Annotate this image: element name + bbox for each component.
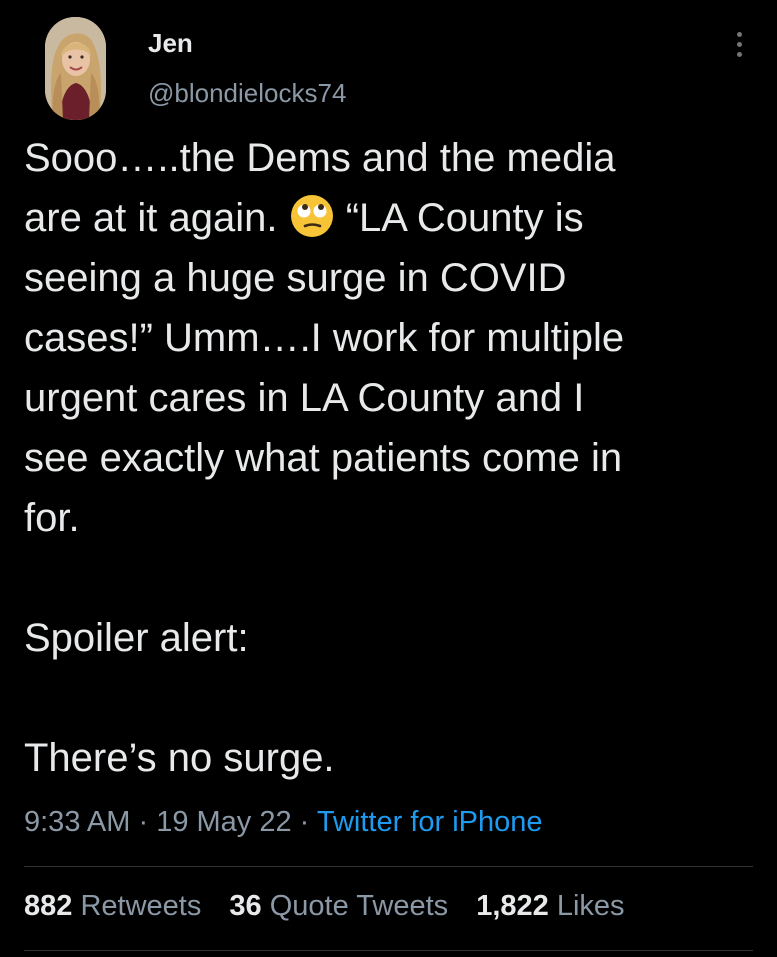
quote-tweets-count: 36 (229, 890, 262, 922)
tweet-line: see exactly what patients come in (24, 436, 623, 480)
display-name[interactable]: Jen (148, 28, 193, 59)
tweet-line: Sooo…..the Dems and the media (24, 136, 616, 180)
likes-label: Likes (556, 890, 625, 922)
tweet-detail: Jen @blondielocks74 Sooo…..the Dems and … (0, 0, 777, 957)
face-with-rolling-eyes-emoji-icon (290, 195, 333, 237)
avatar[interactable] (45, 17, 106, 120)
tweet-line: cases!” Umm….I work for multiple (24, 316, 625, 360)
tweet-line: for. (24, 496, 80, 540)
retweets-count: 882 (24, 890, 73, 922)
profile-photo-icon (45, 17, 106, 120)
tweet-line: urgent cares in LA County and I (24, 376, 585, 420)
separator: · (130, 806, 157, 838)
quote-tweets-stat[interactable]: 36 Quote Tweets (229, 890, 448, 922)
tweet-source-link[interactable]: Twitter for iPhone (317, 806, 543, 838)
engagement-stats: 882 Retweets 36 Quote Tweets 1,822 Likes (24, 890, 645, 923)
separator: · (291, 806, 317, 838)
tweet-date[interactable]: 19 May 22 (156, 806, 291, 838)
divider (24, 950, 753, 951)
tweet-time[interactable]: 9:33 AM (24, 806, 130, 838)
tweet-line: seeing a huge surge in COVID (24, 256, 567, 300)
user-handle[interactable]: @blondielocks74 (148, 78, 346, 109)
retweets-stat[interactable]: 882 Retweets (24, 890, 201, 922)
tweet-paragraph: There’s no surge. (24, 736, 335, 780)
tweet-line: “LA County is (334, 196, 584, 240)
divider (24, 866, 753, 867)
likes-stat[interactable]: 1,822 Likes (476, 890, 624, 922)
retweets-label: Retweets (80, 890, 202, 922)
likes-count: 1,822 (476, 890, 549, 922)
tweet-paragraph: Spoiler alert: (24, 616, 249, 660)
tweet-line: are at it again. (24, 196, 289, 240)
tweet-text: Sooo…..the Dems and the media are at it … (24, 128, 764, 788)
quote-tweets-label: Quote Tweets (269, 890, 449, 922)
tweet-meta: 9:33 AM · 19 May 22 · Twitter for iPhone (24, 806, 543, 839)
more-options-icon[interactable] (728, 32, 750, 64)
